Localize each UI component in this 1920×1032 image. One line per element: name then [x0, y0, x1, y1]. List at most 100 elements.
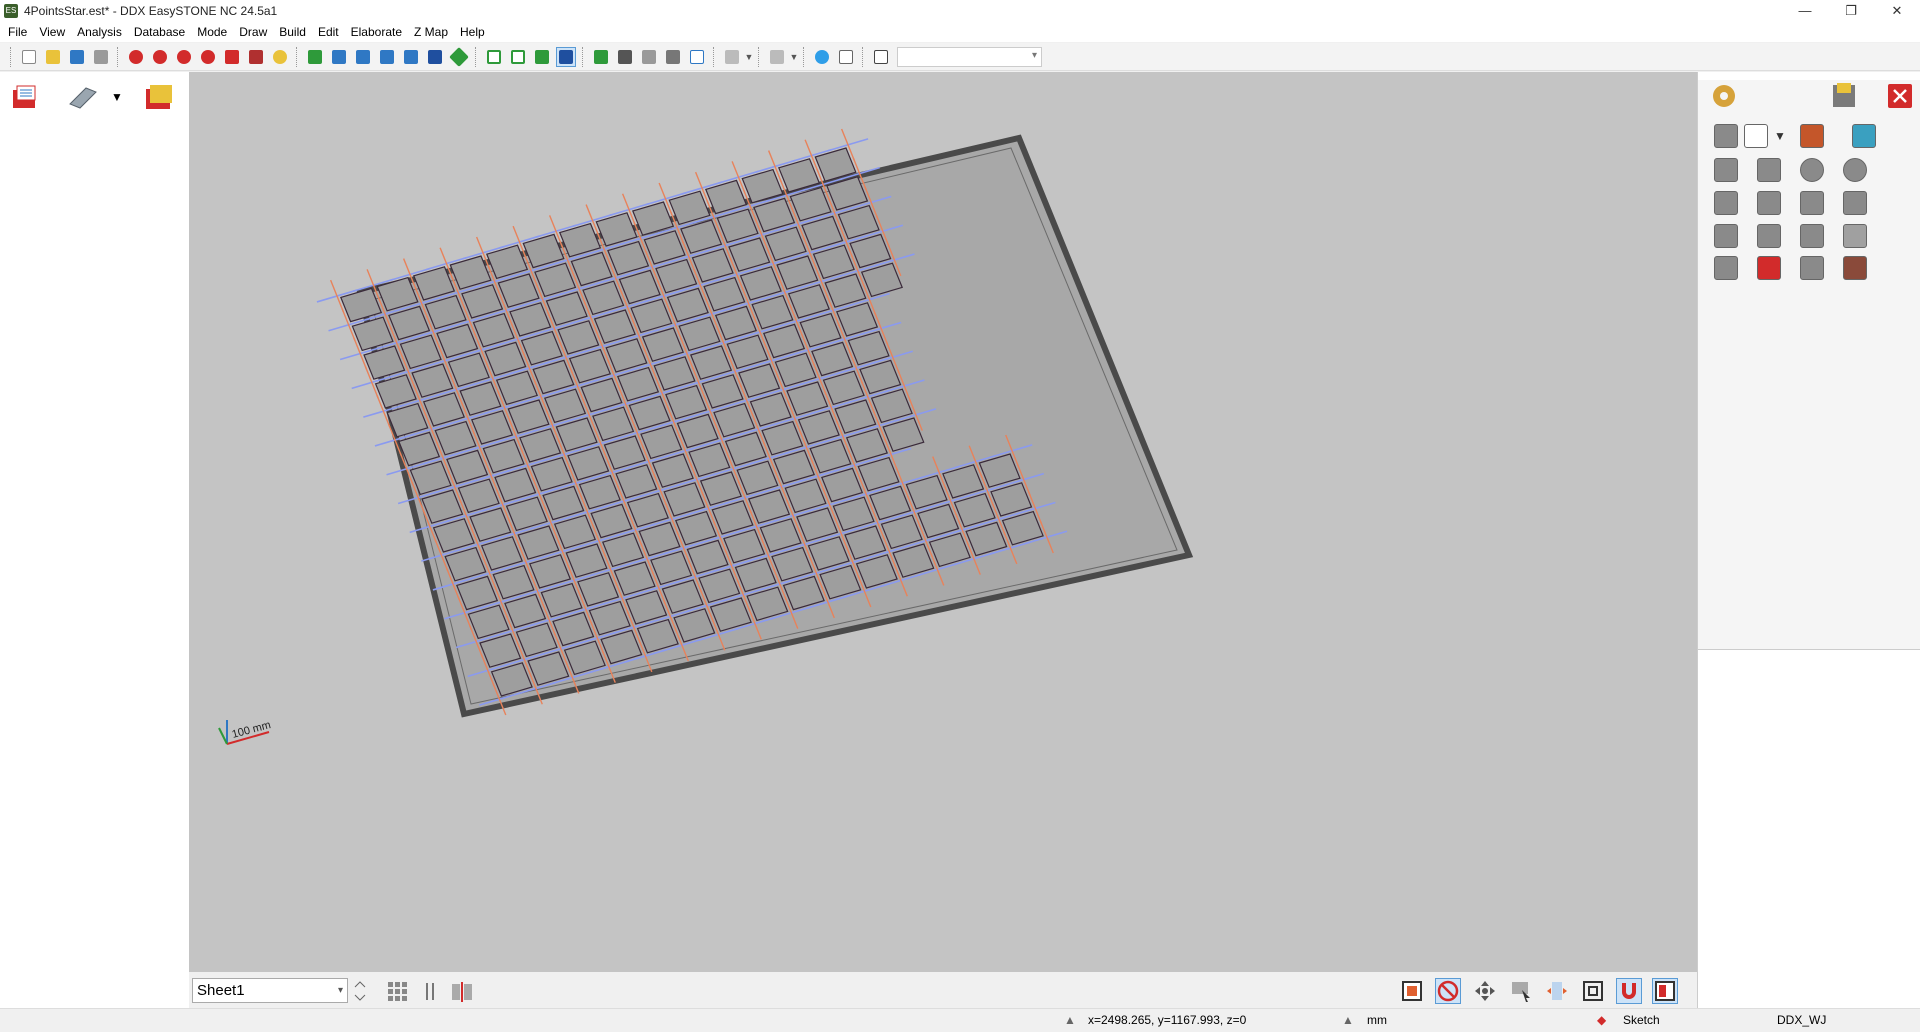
- saw-tool-button[interactable]: [1710, 187, 1742, 219]
- nest-tool-button[interactable]: [1710, 154, 1742, 186]
- circle-tool-button[interactable]: [1839, 154, 1871, 186]
- clipboard-button[interactable]: [871, 47, 891, 67]
- shade-hidden-button[interactable]: [508, 47, 528, 67]
- menu-view[interactable]: View: [33, 22, 71, 42]
- menu-analysis[interactable]: Analysis: [71, 22, 128, 42]
- mail-button[interactable]: [836, 47, 856, 67]
- slab-tool-button[interactable]: [1710, 120, 1742, 152]
- slab-button[interactable]: [68, 82, 98, 112]
- toolbar-grip[interactable]: [862, 46, 865, 67]
- undo-dropdown[interactable]: ▼: [744, 52, 754, 62]
- toolbar-grip[interactable]: [475, 46, 478, 67]
- mill-tool-button[interactable]: [1839, 252, 1871, 284]
- explode-tool-button[interactable]: [1753, 154, 1785, 186]
- settings-button[interactable]: [1708, 80, 1740, 112]
- toolbar-grip[interactable]: [713, 46, 716, 67]
- minimize-button[interactable]: —: [1782, 0, 1828, 22]
- menu-build[interactable]: Build: [273, 22, 312, 42]
- menu-zmap[interactable]: Z Map: [408, 22, 454, 42]
- redo-button[interactable]: [767, 47, 787, 67]
- pan-button[interactable]: [222, 47, 242, 67]
- cursor-select-button[interactable]: [1508, 978, 1534, 1004]
- layout-button[interactable]: [1652, 978, 1678, 1004]
- rotate-tool-button[interactable]: [1796, 154, 1828, 186]
- sequence-tool-button[interactable]: [1753, 252, 1785, 284]
- machine-button[interactable]: [1828, 80, 1860, 112]
- stripe-tool-button[interactable]: [1753, 187, 1785, 219]
- toolbar-grip[interactable]: [10, 46, 13, 67]
- toolbar-grip[interactable]: [758, 46, 761, 67]
- drill-tool-button[interactable]: [1839, 220, 1871, 252]
- toolbar-grip[interactable]: [117, 46, 120, 67]
- dropdown-tool-button[interactable]: ▼: [1764, 120, 1796, 152]
- toolbar-grip[interactable]: [582, 46, 585, 67]
- zoom-out-button[interactable]: [174, 47, 194, 67]
- menu-file[interactable]: File: [2, 22, 33, 42]
- profile-tool-button[interactable]: [1839, 187, 1871, 219]
- toolbar-grip[interactable]: [803, 46, 806, 67]
- close-window-button[interactable]: ✕: [1874, 0, 1920, 22]
- view-back-button[interactable]: [329, 47, 349, 67]
- toolbar-grip[interactable]: [296, 46, 299, 67]
- slab-dropdown[interactable]: ▼: [110, 82, 124, 112]
- save-button[interactable]: [67, 47, 87, 67]
- scene-canvas[interactable]: 100 mm: [189, 72, 1697, 972]
- camera-button[interactable]: [615, 47, 635, 67]
- sheet-spinner[interactable]: [352, 978, 368, 1004]
- menu-database[interactable]: Database: [128, 22, 191, 42]
- zoom-button[interactable]: [126, 47, 146, 67]
- menu-edit[interactable]: Edit: [312, 22, 345, 42]
- shade-wire-button[interactable]: [484, 47, 504, 67]
- zoom-in-button[interactable]: [198, 47, 218, 67]
- grid-view-button[interactable]: [385, 978, 411, 1004]
- print-button[interactable]: [91, 47, 111, 67]
- menu-help[interactable]: Help: [454, 22, 491, 42]
- move-button[interactable]: [1472, 978, 1498, 1004]
- toolbar-combo[interactable]: ▾: [897, 46, 1042, 67]
- view-iso-button[interactable]: [425, 47, 445, 67]
- view-top-button[interactable]: [401, 47, 421, 67]
- no-snap-button[interactable]: [1435, 978, 1461, 1004]
- frame-button[interactable]: [1580, 978, 1606, 1004]
- open-button[interactable]: [43, 47, 63, 67]
- doc-button[interactable]: [687, 47, 707, 67]
- shape-tool-button[interactable]: [1753, 220, 1785, 252]
- shade-render-button[interactable]: [556, 46, 576, 67]
- pointer-button[interactable]: [663, 47, 683, 67]
- cut-tool-button[interactable]: [1796, 120, 1828, 152]
- view-axis-button[interactable]: [449, 46, 469, 67]
- menu-draw[interactable]: Draw: [233, 22, 273, 42]
- view-front-button[interactable]: [305, 47, 325, 67]
- new-button[interactable]: [19, 47, 39, 67]
- split-button[interactable]: [449, 978, 475, 1004]
- magnet-button[interactable]: [1616, 978, 1642, 1004]
- undo-button[interactable]: [722, 47, 742, 67]
- sort-button[interactable]: [417, 978, 443, 1004]
- align-button[interactable]: [1544, 978, 1570, 1004]
- view-left-button[interactable]: [353, 47, 373, 67]
- contour-tool-button[interactable]: [1796, 220, 1828, 252]
- shade-solid-button[interactable]: [532, 47, 552, 67]
- snap-grid-button[interactable]: [1399, 978, 1425, 1004]
- folder-button[interactable]: [144, 82, 174, 112]
- close-panel-button[interactable]: [1884, 80, 1916, 112]
- array-tool-button[interactable]: [1710, 252, 1742, 284]
- menu-elaborate[interactable]: Elaborate: [345, 22, 408, 42]
- measure-button[interactable]: [246, 47, 266, 67]
- light-button[interactable]: [270, 47, 290, 67]
- fit-button[interactable]: [591, 47, 611, 67]
- menu-mode[interactable]: Mode: [191, 22, 233, 42]
- layers-button[interactable]: [10, 82, 40, 112]
- 3d-viewport[interactable]: 100 mm: [189, 72, 1697, 972]
- user-button[interactable]: [812, 47, 832, 67]
- view-right-button[interactable]: [377, 47, 397, 67]
- engrave-tool-button[interactable]: [1710, 220, 1742, 252]
- redo-dropdown[interactable]: ▼: [789, 52, 799, 62]
- polish-tool-button[interactable]: [1848, 120, 1880, 152]
- blade-tool-button[interactable]: [1796, 187, 1828, 219]
- sheet-select[interactable]: Sheet1 ▾: [192, 978, 348, 1003]
- restore-button[interactable]: ❐: [1828, 0, 1874, 22]
- tool-button[interactable]: [639, 47, 659, 67]
- hammer-tool-button[interactable]: [1796, 252, 1828, 284]
- zoom-window-button[interactable]: [150, 47, 170, 67]
